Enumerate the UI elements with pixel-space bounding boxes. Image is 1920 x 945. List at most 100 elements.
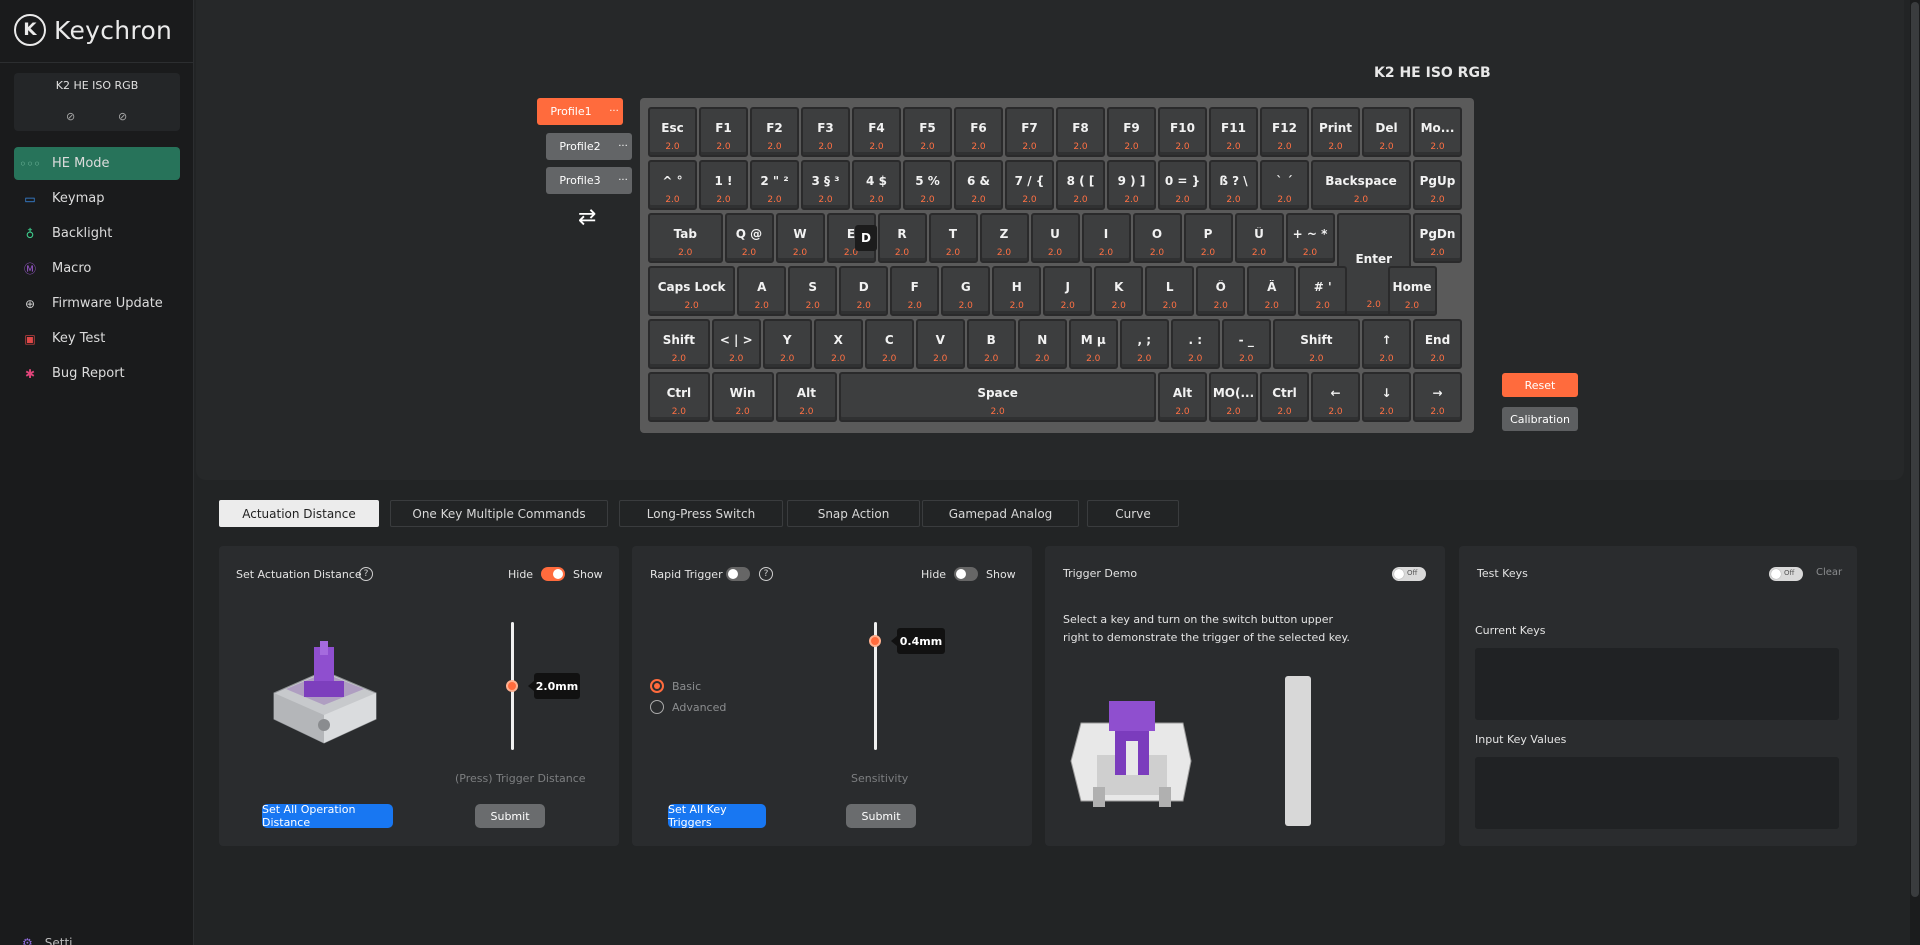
key-7[interactable]: 7 / {2.0 (1005, 160, 1054, 210)
sidebar-item-keymap[interactable]: ▭ Keymap (14, 182, 180, 215)
key-z[interactable]: Z 2.0 (979, 213, 1029, 263)
key-sym-3-12[interactable]: # ' 2.0 (1298, 266, 1348, 316)
profile-tab-1[interactable]: Profile1 ··· (537, 98, 623, 125)
test-keys-toggle[interactable]: Off (1769, 567, 1803, 581)
key-w[interactable]: W 2.0 (775, 213, 825, 263)
help-icon[interactable]: ? (759, 567, 773, 581)
key-i[interactable]: I 2.0 (1081, 213, 1131, 263)
key-print[interactable]: Print 2.0 (1311, 107, 1360, 157)
key-sym-1-11[interactable]: ß ? \ 2.0 (1209, 160, 1258, 210)
sidebar-item-key-test[interactable]: ▣ Key Test (14, 322, 180, 355)
key-f12[interactable]: F12 2.0 (1260, 107, 1309, 157)
key-q[interactable]: Q @ 2.0 (724, 213, 774, 263)
key-sym-5-8[interactable]: ↓ 2.0 (1362, 372, 1411, 422)
key-x[interactable]: X 2.0 (813, 319, 863, 369)
profile-tab-2[interactable]: Profile2 ··· (546, 133, 632, 160)
sidebar-item-settings[interactable]: ⚙ Setti (22, 936, 73, 945)
key-f2[interactable]: F2 2.0 (750, 107, 799, 157)
key-p[interactable]: P 2.0 (1183, 213, 1233, 263)
current-keys-field[interactable] (1475, 648, 1839, 720)
key-alt[interactable]: Alt 2.0 (775, 372, 838, 422)
key-sym-4-9[interactable]: , ; 2.0 (1119, 319, 1169, 369)
device-card[interactable]: K2 HE ISO RGB ⊘ ⊘ (14, 73, 180, 131)
key-3[interactable]: 3 § ³ 2.0 (801, 160, 850, 210)
calibration-button[interactable]: Calibration (1502, 407, 1578, 431)
trigger-demo-toggle[interactable]: Off (1392, 567, 1426, 581)
key-esc[interactable]: Esc 2.0 (648, 107, 697, 157)
key-f1[interactable]: F1 2.0 (699, 107, 748, 157)
key-h[interactable]: H 2.0 (992, 266, 1042, 316)
key-sym-4-13[interactable]: ↑ 2.0 (1362, 319, 1411, 369)
key-shift[interactable]: Shift 2.0 (648, 319, 710, 369)
key-l[interactable]: L 2.0 (1145, 266, 1195, 316)
key-f[interactable]: F 2.0 (890, 266, 940, 316)
key-sym-3-10[interactable]: Ö 2.0 (1196, 266, 1246, 316)
more-options-icon[interactable]: ··· (605, 106, 623, 117)
key-ctrl[interactable]: Ctrl 2.0 (648, 372, 710, 422)
radio-advanced[interactable]: Advanced (650, 700, 726, 714)
key-c[interactable]: C 2.0 (864, 319, 914, 369)
sidebar-item-macro[interactable]: Ⓜ Macro (14, 252, 180, 285)
key-sym-4-11[interactable]: - _ 2.0 (1221, 319, 1271, 369)
actuation-submit-button[interactable]: Submit (475, 804, 545, 828)
key-f7[interactable]: F7 2.0 (1005, 107, 1054, 157)
more-options-icon[interactable]: ··· (614, 175, 632, 186)
key-sym-4-1[interactable]: < | > 2.0 (711, 319, 761, 369)
help-icon[interactable]: ? (359, 567, 373, 581)
key-u[interactable]: U 2.0 (1030, 213, 1080, 263)
key-sym-5-9[interactable]: → 2.0 (1413, 372, 1462, 422)
key-f8[interactable]: F8 2.0 (1056, 107, 1105, 157)
key-t[interactable]: T 2.0 (928, 213, 978, 263)
actuation-slider-thumb[interactable] (506, 680, 518, 692)
key-b[interactable]: B 2.0 (966, 319, 1016, 369)
unlink-icon[interactable]: ⊘ (118, 110, 127, 123)
key-m[interactable]: M µ 2.0 (1068, 319, 1118, 369)
key-sym-1-12[interactable]: ` ´ 2.0 (1260, 160, 1309, 210)
key-alt[interactable]: Alt 2.0 (1158, 372, 1207, 422)
key-sym-2-11[interactable]: Ü 2.0 (1234, 213, 1284, 263)
set-all-operation-distance-button[interactable]: Set All Operation Distance (262, 803, 393, 829)
key-r[interactable]: R 2.0 (877, 213, 927, 263)
key-5[interactable]: 5 % 2.0 (903, 160, 952, 210)
tab-one-key-multiple-commands[interactable]: One Key Multiple Commands (390, 500, 608, 527)
key-4[interactable]: 4 $ 2.0 (852, 160, 901, 210)
sidebar-item-he-mode[interactable]: ◦◦◦ HE Mode (14, 147, 180, 180)
reset-button[interactable]: Reset (1502, 373, 1578, 397)
radio-button[interactable] (650, 679, 664, 693)
key-mo[interactable]: MO(... 2.0 (1209, 372, 1258, 422)
key-k[interactable]: K 2.0 (1094, 266, 1144, 316)
swap-icon[interactable]: ⇄ (578, 205, 596, 230)
key-j[interactable]: J 2.0 (1043, 266, 1093, 316)
key-caps-lock[interactable]: Caps Lock 2.0 (648, 266, 736, 316)
key-f11[interactable]: F11 2.0 (1209, 107, 1258, 157)
key-o[interactable]: O 2.0 (1132, 213, 1182, 263)
key-d[interactable]: D 2.0 (839, 266, 889, 316)
sidebar-item-bug-report[interactable]: ✱ Bug Report (14, 357, 180, 390)
set-all-key-triggers-button[interactable]: Set All Key Triggers (668, 803, 766, 829)
key-home[interactable]: Home 2.0 (1387, 266, 1437, 316)
scrollbar-thumb[interactable] (1911, 2, 1919, 897)
key-g[interactable]: G 2.0 (941, 266, 991, 316)
key-backspace[interactable]: Backspace 2.0 (1311, 160, 1411, 210)
tab-snap-action[interactable]: Snap Action (787, 500, 920, 527)
clear-link[interactable]: Clear (1816, 567, 1842, 578)
key-f4[interactable]: F4 2.0 (852, 107, 901, 157)
key-f10[interactable]: F10 2.0 (1158, 107, 1207, 157)
key-sym-3-11[interactable]: Ä 2.0 (1247, 266, 1297, 316)
key-sym-4-10[interactable]: . : 2.0 (1170, 319, 1220, 369)
key-pgup[interactable]: PgUp 2.0 (1413, 160, 1462, 210)
input-key-values-field[interactable] (1475, 757, 1839, 829)
key-y[interactable]: Y 2.0 (762, 319, 812, 369)
profile-tab-3[interactable]: Profile3 ··· (546, 167, 632, 194)
key-8[interactable]: 8 ( [2.0 (1056, 160, 1105, 210)
key-f6[interactable]: F6 2.0 (954, 107, 1003, 157)
rapid-submit-button[interactable]: Submit (846, 804, 916, 828)
key-1[interactable]: 1 ! 2.0 (699, 160, 748, 210)
link-icon[interactable]: ⊘ (66, 110, 75, 123)
key-s[interactable]: S 2.0 (788, 266, 838, 316)
key-space[interactable]: Space 2.0 (839, 372, 1156, 422)
sidebar-item-firmware-update[interactable]: ⊕ Firmware Update (14, 287, 180, 320)
key-win[interactable]: Win 2.0 (711, 372, 774, 422)
radio-button[interactable] (650, 700, 664, 714)
sidebar-item-backlight[interactable]: ♁ Backlight (14, 217, 180, 250)
